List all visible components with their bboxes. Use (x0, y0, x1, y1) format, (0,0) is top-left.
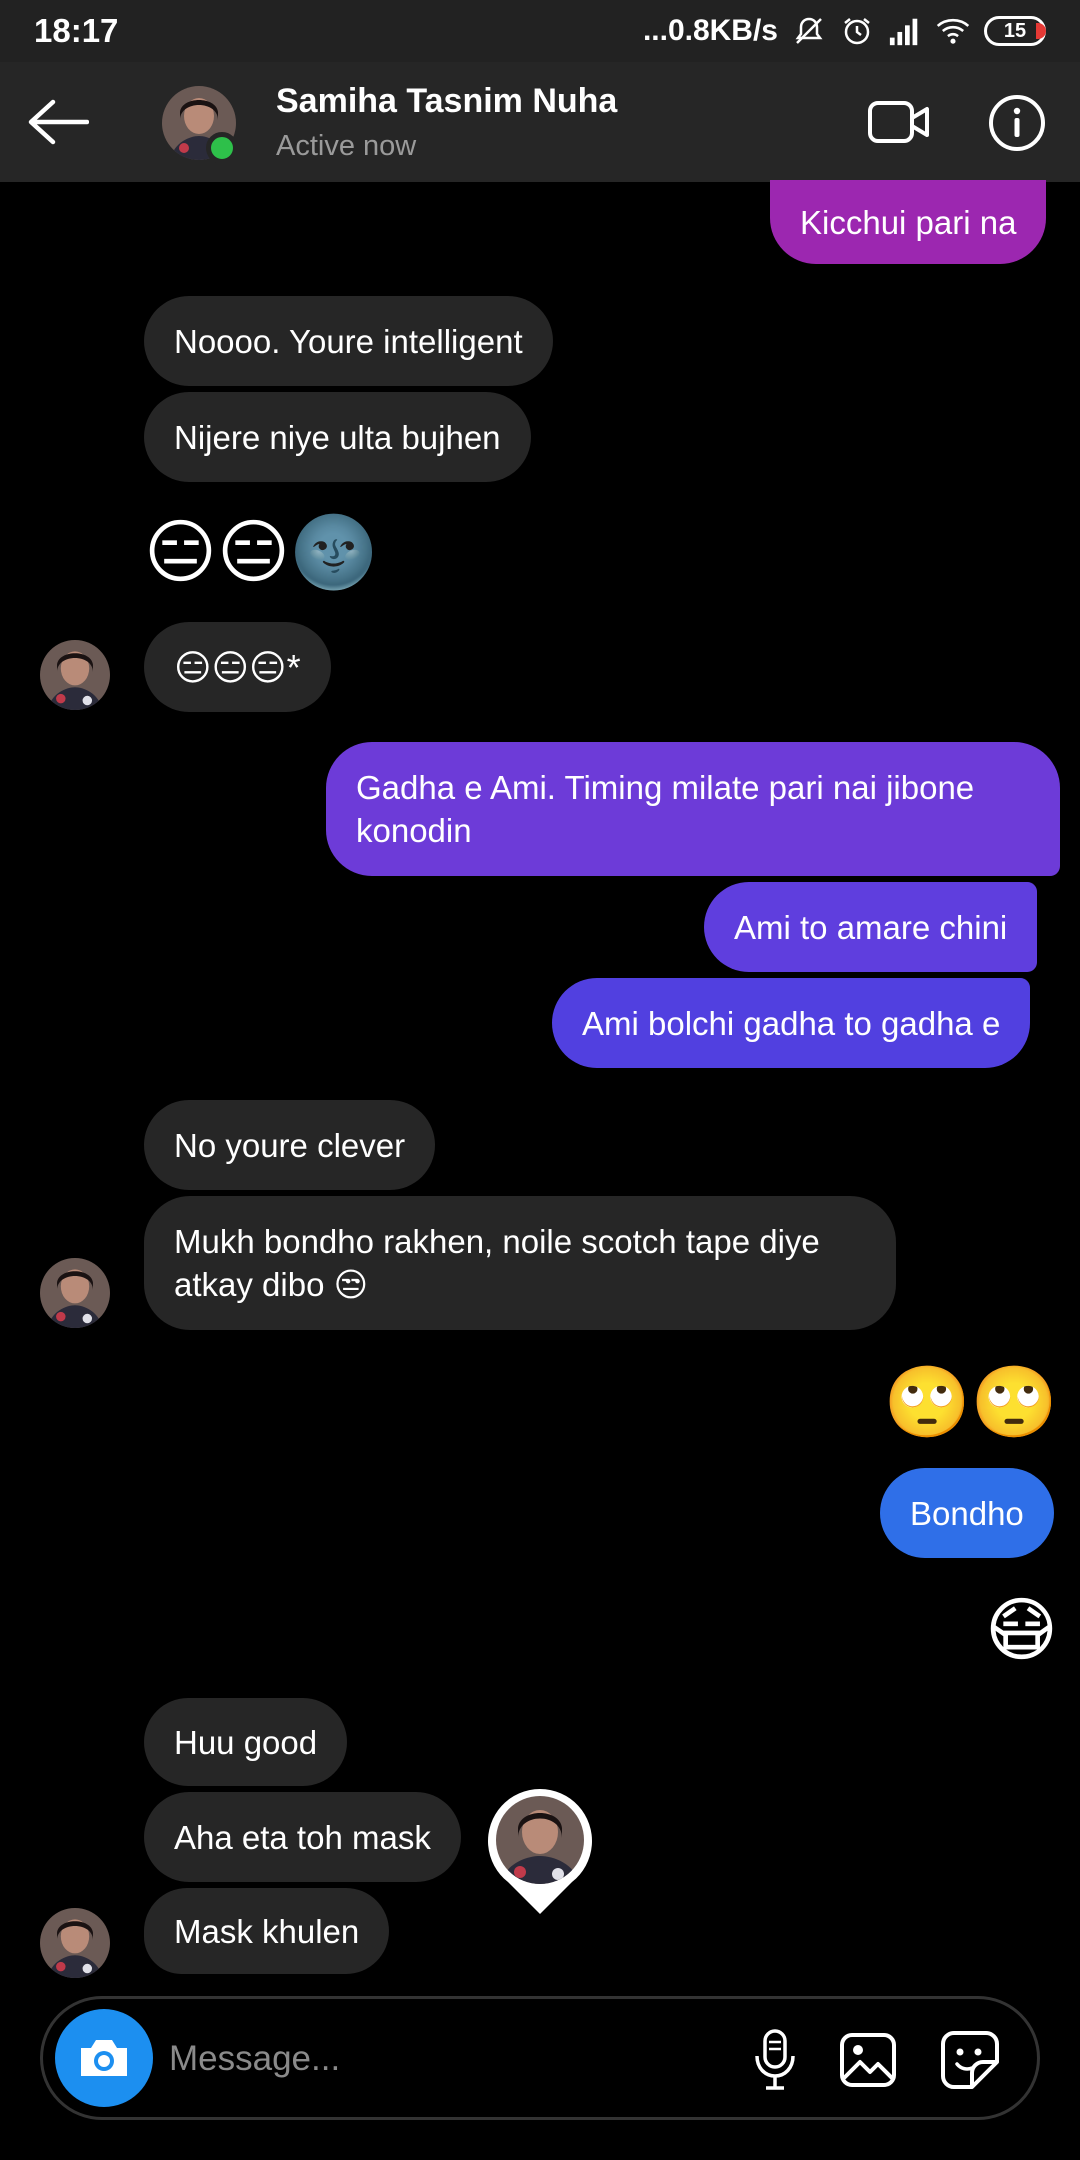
voice-message-button[interactable] (743, 2025, 807, 2095)
sender-avatar[interactable] (40, 1908, 110, 1978)
sender-avatar[interactable] (40, 640, 110, 710)
contact-status: Active now (276, 130, 417, 162)
mute-icon (792, 14, 826, 48)
incoming-message[interactable]: No youre clever (144, 1100, 436, 1190)
signal-icon (888, 14, 922, 48)
microphone-icon (755, 2029, 795, 2090)
info-button[interactable] (988, 94, 1046, 152)
status-bar: 18:17 ...0.8KB/s 15 (0, 0, 1080, 62)
sender-avatar[interactable] (40, 1258, 110, 1328)
incoming-message[interactable]: Noooo. Youre intelligent (144, 296, 553, 386)
message-input[interactable] (169, 2029, 619, 2089)
gallery-button[interactable] (833, 2025, 903, 2095)
emoji-message[interactable]: 😑😑🌚 (144, 510, 377, 594)
alarm-icon (840, 14, 874, 48)
info-icon (989, 95, 1045, 151)
outgoing-message[interactable]: Ami to amare chini (704, 882, 1038, 972)
outgoing-message[interactable]: Gadha e Ami. Timing milate pari nai jibo… (326, 742, 1060, 876)
message-composer (40, 1996, 1040, 2120)
camera-icon (81, 2040, 127, 2076)
emoji-message[interactable]: 😷 (985, 1588, 1058, 1672)
incoming-message[interactable]: 😑😑😑 * (144, 622, 331, 712)
sticker-icon (941, 2031, 999, 2089)
video-call-icon (868, 101, 929, 143)
camera-button[interactable] (55, 2009, 153, 2107)
incoming-message[interactable]: Huu good (144, 1698, 348, 1786)
wifi-icon (936, 14, 970, 48)
contact-name[interactable]: Samiha Tasnim Nuha (276, 82, 617, 121)
incoming-message[interactable]: Mask khulen (144, 1888, 390, 1974)
incoming-message[interactable]: Nijere niye ulta bujhen (144, 392, 531, 482)
back-arrow-icon (28, 99, 89, 145)
clock: 18:17 (34, 12, 119, 49)
outgoing-message[interactable]: Bondho (880, 1468, 1054, 1558)
online-indicator (206, 132, 238, 164)
incoming-message[interactable]: Mukh bondho rakhen, noile scotch tape di… (144, 1196, 896, 1330)
video-call-button[interactable] (866, 94, 932, 150)
incoming-message[interactable]: Aha eta toh mask (144, 1792, 461, 1882)
back-button[interactable] (26, 92, 90, 152)
chat-header: Samiha Tasnim Nuha Active now (0, 62, 1080, 182)
outgoing-message[interactable]: Ami bolchi gadha to gadha e (552, 978, 1031, 1068)
network-speed: ...0.8KB/s (642, 14, 778, 47)
seen-indicator (486, 1786, 594, 1916)
emoji-message[interactable]: 🙄🙄 (884, 1360, 1058, 1444)
outgoing-message[interactable]: Kicchui pari na (770, 180, 1047, 264)
image-icon (840, 2033, 896, 2087)
sticker-button[interactable] (935, 2025, 1005, 2095)
battery-icon: 15 (984, 16, 1046, 46)
